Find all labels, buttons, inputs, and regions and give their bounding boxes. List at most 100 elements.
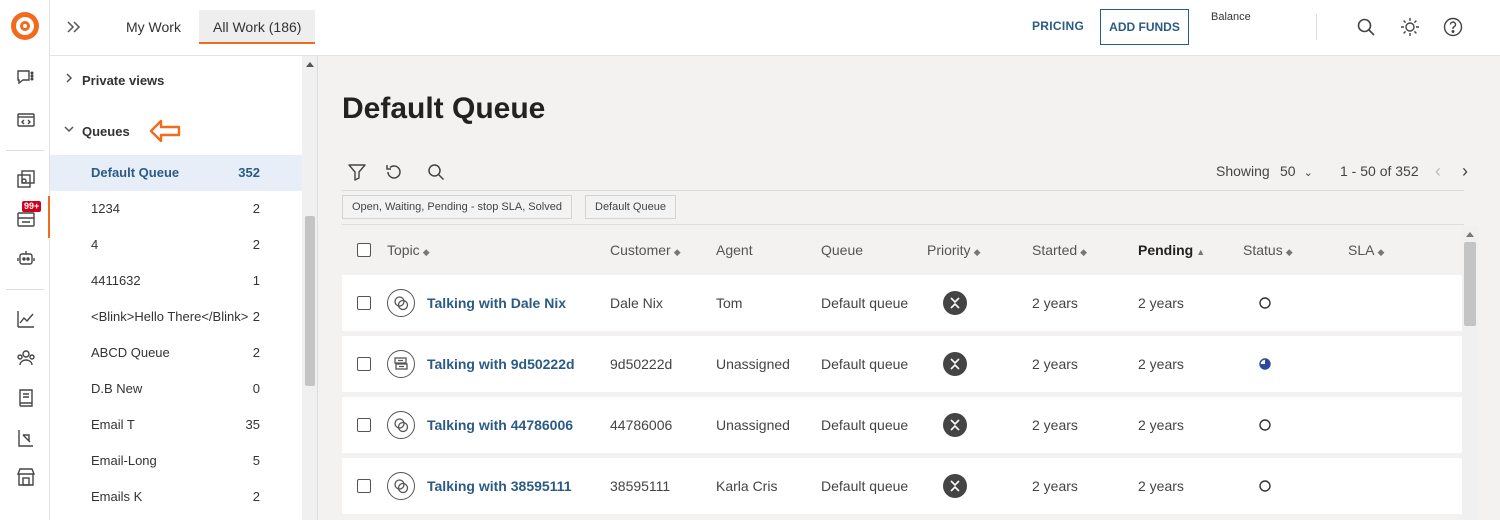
queue-cell: Default queue (821, 417, 909, 433)
queue-cell: Default queue (821, 295, 909, 311)
agent-cell: Karla Cris (716, 478, 778, 494)
private-views-header[interactable]: Private views (62, 71, 164, 88)
table-header: Topic ◆ Customer ◆ Agent Queue Priority ◆ S… (342, 226, 1462, 272)
column-started[interactable]: Started ◆ (1032, 242, 1087, 258)
sidebar-scroll-thumb[interactable] (305, 216, 315, 386)
next-page-icon[interactable]: › (1462, 162, 1476, 182)
balance-label: Balance (1211, 11, 1251, 23)
page-size-select[interactable]: 50 ⌄ (1280, 163, 1313, 179)
queue-item[interactable]: 42 (50, 227, 302, 263)
status-open-icon (1259, 297, 1271, 309)
queue-item[interactable]: ABCD Queue 2 (50, 335, 302, 371)
expand-sidebar-icon[interactable] (64, 17, 84, 37)
pending-cell: 2 years (1138, 356, 1184, 372)
search-icon[interactable] (1355, 16, 1377, 38)
queue-item[interactable]: Email T 35 (50, 407, 302, 443)
chevron-down-icon (62, 122, 76, 139)
queue-item[interactable]: Emails K2 (50, 479, 302, 515)
bot-icon[interactable] (15, 247, 37, 269)
conversations-icon[interactable] (15, 67, 37, 89)
team-icon[interactable] (15, 347, 37, 369)
scroll-up-icon[interactable] (306, 62, 314, 67)
status-open-icon (1259, 480, 1271, 492)
column-queue: Queue (821, 242, 864, 258)
queue-item[interactable]: <Blink>Hello There</Blink> 2 (50, 299, 302, 335)
row-checkbox[interactable] (357, 357, 371, 371)
priority-icon (943, 352, 967, 376)
table-row[interactable]: Talking with Dale Nix Dale Nix Tom Defau… (342, 275, 1462, 331)
priority-icon (943, 413, 967, 437)
agent-cell: Unassigned (716, 417, 790, 433)
queue-filter-chip[interactable]: Default Queue (585, 195, 676, 219)
customer-cell: 44786006 (610, 417, 673, 433)
agent-cell: Tom (716, 295, 743, 311)
tab-all-work[interactable]: All Work (186) (199, 10, 316, 44)
agent-cell: Unassigned (716, 356, 790, 372)
table-row[interactable]: Talking with 44786006 44786006 Unassigne… (342, 397, 1462, 453)
started-cell: 2 years (1032, 356, 1078, 372)
filter-icon[interactable] (347, 162, 367, 182)
topic-link[interactable]: Talking with Dale Nix (427, 295, 566, 311)
code-icon[interactable] (15, 109, 37, 131)
help-icon[interactable] (1442, 16, 1464, 38)
column-agent: Agent (716, 242, 753, 258)
add-funds-button[interactable]: ADD FUNDS (1100, 9, 1189, 45)
select-all-checkbox[interactable] (357, 243, 371, 257)
queue-item[interactable]: Email-Long 5 (50, 443, 302, 479)
pagination-range: 1 - 50 of 352 (1340, 163, 1419, 179)
queue-item[interactable]: 4411632 1 (50, 263, 302, 299)
previous-page-icon[interactable]: ‹ (1435, 162, 1449, 182)
chat-icon (387, 472, 415, 500)
queue-cell: Default queue (821, 356, 909, 372)
store-icon[interactable] (15, 466, 37, 488)
table-row[interactable]: Talking with 9d50222d 9d50222d Unassigne… (342, 336, 1462, 392)
app-logo[interactable] (11, 12, 39, 40)
notification-badge: 99+ (22, 201, 42, 212)
status-open-icon (1259, 419, 1271, 431)
chevron-down-icon: ⌄ (1303, 167, 1313, 179)
column-topic[interactable]: Topic ◆ (387, 242, 430, 258)
table-scrollbar[interactable] (1462, 226, 1478, 520)
table-scroll-thumb[interactable] (1464, 242, 1476, 326)
sidebar-scrollbar[interactable] (302, 56, 318, 520)
scroll-up-icon[interactable] (1466, 232, 1474, 237)
status-pending-icon (1259, 358, 1271, 370)
top-bar: My Work All Work (186) PRICING ADD FUNDS… (50, 0, 1500, 56)
views-icon[interactable] (15, 168, 37, 190)
knowledge-base-icon[interactable] (15, 387, 37, 409)
queue-item[interactable]: D.B New 0 (50, 371, 302, 407)
analytics-icon[interactable] (15, 308, 37, 330)
status-filter-chip[interactable]: Open, Waiting, Pending - stop SLA, Solve… (342, 195, 572, 219)
showing-label: Showing (1216, 163, 1270, 179)
topic-link[interactable]: Talking with 38595111 (427, 478, 571, 494)
column-status[interactable]: Status ◆ (1243, 242, 1293, 258)
queue-item-default-queue[interactable]: Default Queue 352 (50, 155, 302, 191)
customer-cell: 9d50222d (610, 356, 673, 372)
import-icon[interactable] (15, 427, 37, 449)
main-content: Default Queue Showing 50 ⌄ 1 - 50 of 352 … (318, 56, 1500, 520)
theme-toggle-icon[interactable] (1399, 16, 1421, 38)
queue-item[interactable]: 1234 2 (50, 191, 302, 227)
refresh-icon[interactable] (384, 162, 404, 182)
table-row[interactable]: Talking with 38595111 38595111 Karla Cri… (342, 458, 1462, 514)
pricing-link[interactable]: PRICING (1032, 19, 1084, 33)
pending-cell: 2 years (1138, 478, 1184, 494)
row-checkbox[interactable] (357, 296, 371, 310)
icon-rail: 99+ (0, 0, 50, 520)
messaging-icon (387, 350, 415, 378)
tab-my-work[interactable]: My Work (112, 10, 195, 44)
row-checkbox[interactable] (357, 418, 371, 432)
topic-link[interactable]: Talking with 9d50222d (427, 356, 575, 372)
started-cell: 2 years (1032, 295, 1078, 311)
queues-header[interactable]: Queues (62, 122, 130, 139)
pointer-arrow-icon (149, 119, 181, 143)
column-priority[interactable]: Priority ◆ (927, 242, 980, 258)
chat-icon (387, 289, 415, 317)
topic-link[interactable]: Talking with 44786006 (427, 417, 573, 433)
column-sla[interactable]: SLA ◆ (1348, 242, 1384, 258)
search-icon[interactable] (426, 162, 446, 182)
row-checkbox[interactable] (357, 479, 371, 493)
column-pending[interactable]: Pending ▲ (1138, 242, 1205, 258)
column-customer[interactable]: Customer ◆ (610, 242, 681, 258)
chat-icon (387, 411, 415, 439)
